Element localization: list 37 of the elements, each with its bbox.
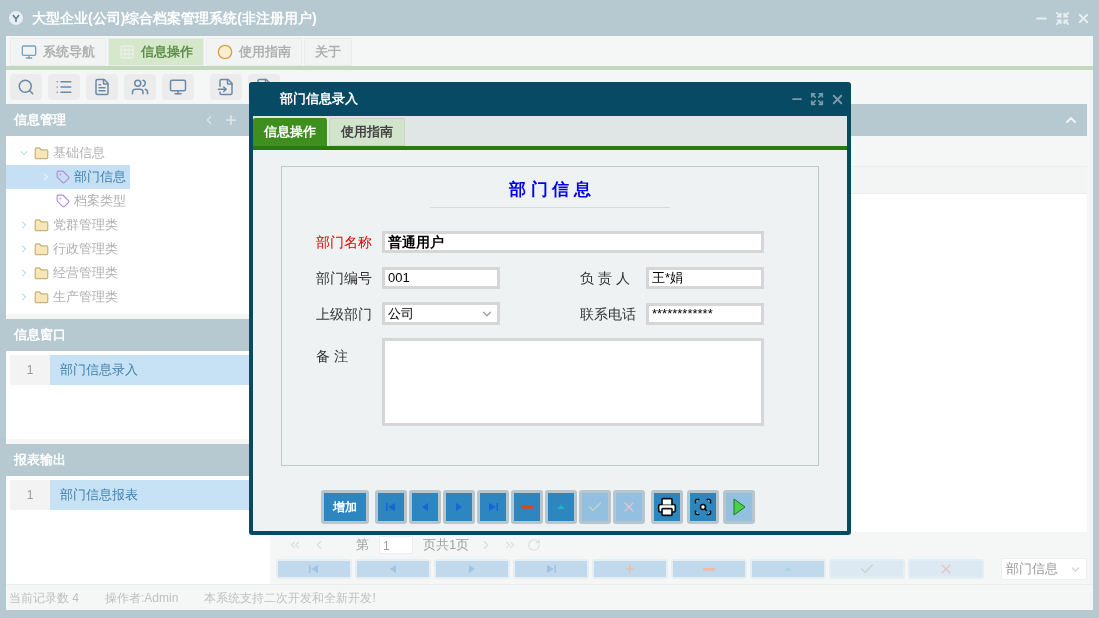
field-label: 负 责 人 <box>580 269 630 286</box>
input-field[interactable]: 001 <box>382 266 500 289</box>
dialog-tab[interactable]: 使用指南 <box>329 118 405 146</box>
filter-select[interactable]: 部门信息 <box>1001 558 1087 580</box>
field-label: 联系电话 <box>580 305 636 322</box>
app-title: 大型企业(公司)综合档案管理系统(非注册用户) <box>32 8 317 28</box>
dialog-tab[interactable]: 信息操作 <box>253 118 327 146</box>
field-label: 备 注 <box>316 347 348 364</box>
tree-item[interactable]: 档案类型 <box>6 189 130 213</box>
panel-title: 信息管理 <box>14 111 66 130</box>
main-tab[interactable]: 系统导航 <box>10 38 106 66</box>
input-field[interactable]: 普通用户 <box>382 230 764 253</box>
tree-item[interactable]: 行政管理类 <box>6 237 122 261</box>
tree-item[interactable]: 基础信息 <box>6 141 109 165</box>
page-input[interactable]: 1 <box>379 535 413 554</box>
row-number: 1 <box>10 355 50 385</box>
select-field[interactable]: 公司 <box>382 302 500 325</box>
input-field[interactable]: 王*娟 <box>646 266 764 289</box>
main-tab[interactable]: 信息操作 <box>108 38 204 66</box>
pager-label: 第 <box>356 535 369 554</box>
tree-item[interactable]: 生产管理类 <box>6 285 122 309</box>
tree-item[interactable]: 党群管理类 <box>6 213 122 237</box>
field-label: 部门名称 <box>316 233 372 250</box>
field-label: 部门编号 <box>316 269 372 286</box>
row-number: 1 <box>10 480 50 510</box>
form-heading: 部 门 信 息 <box>508 179 592 201</box>
field-label: 上级部门 <box>316 305 372 322</box>
tree-item[interactable]: 部门信息 <box>6 165 130 189</box>
tree-item[interactable]: 经营管理类 <box>6 261 122 285</box>
dialog-title: 部门信息录入 <box>280 90 358 109</box>
panel-title: 信息窗口 <box>14 326 66 345</box>
input-field[interactable]: ************ <box>646 302 764 325</box>
pager-label: 页共1页 <box>423 535 470 554</box>
main-tab[interactable]: 使用指南 <box>206 38 302 66</box>
main-tab[interactable]: 关于 <box>304 38 352 66</box>
add-button[interactable]: 增加 <box>321 490 369 524</box>
panel-title: 报表输出 <box>14 451 66 470</box>
